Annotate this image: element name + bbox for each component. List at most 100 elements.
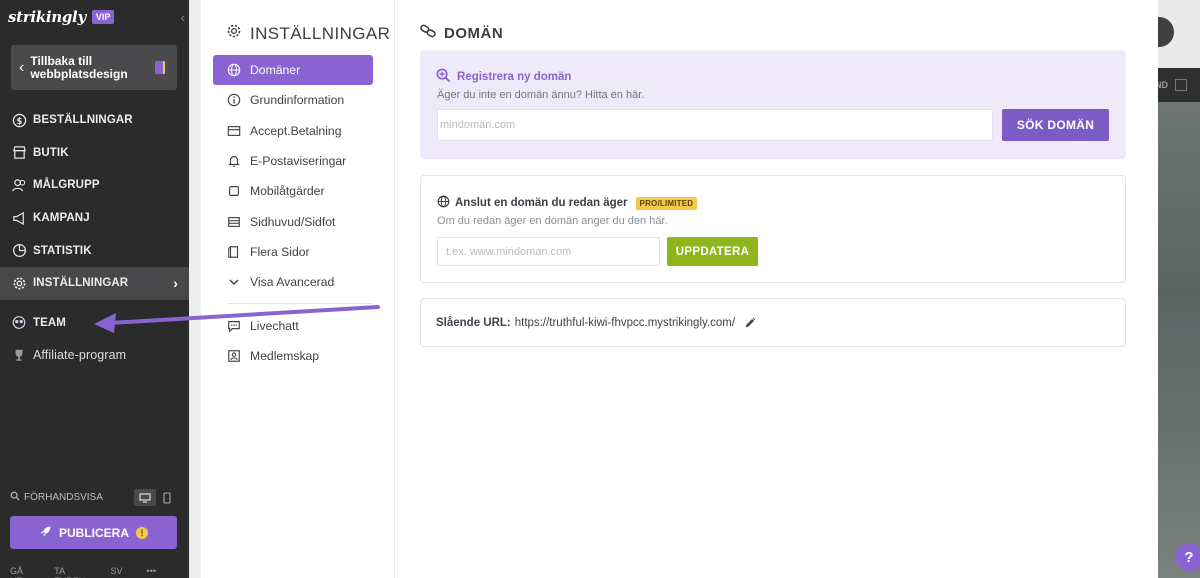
menu-item-label: Sidhuvud/Sidfot <box>250 214 336 229</box>
settings-title: INSTÄLLNINGAR <box>226 23 390 44</box>
team-icon <box>11 315 27 331</box>
chat-icon <box>227 319 241 333</box>
menu-item-header-footer[interactable]: Sidhuvud/Sidfot <box>213 206 373 236</box>
store-icon <box>11 145 27 161</box>
gutter <box>189 0 201 578</box>
sidebar-item-label: BUTIK <box>33 146 69 159</box>
book-icon <box>155 61 165 74</box>
trophy-icon <box>11 347 27 363</box>
chevron-left-icon: ‹ <box>19 58 25 76</box>
menu-item-label: E-Postaviseringar <box>250 154 347 169</box>
sidebar-item-label: Affiliate-program <box>33 348 127 363</box>
bell-icon <box>227 154 241 168</box>
sidebar-item-label: BESTÄLLNINGAR <box>33 114 133 127</box>
preview-label[interactable]: FÖRHANDSVISA <box>24 492 103 503</box>
site-preview-strip: ND <box>1158 0 1200 578</box>
rocket-icon <box>39 525 52 541</box>
page-title-text: DOMÄN <box>444 24 504 42</box>
desktop-icon[interactable] <box>134 489 156 506</box>
users-icon <box>11 177 27 193</box>
sidebar-item-orders[interactable]: $ BESTÄLLNINGAR <box>0 104 189 137</box>
menu-item-label: Visa Avancerad <box>250 275 335 290</box>
preview-row: FÖRHANDSVISA <box>10 489 178 506</box>
warning-icon: ! <box>136 526 148 539</box>
sidebar-item-label: STATISTIK <box>33 244 92 257</box>
zoom-in-icon <box>436 68 451 86</box>
pencil-icon[interactable] <box>744 317 756 329</box>
info-icon <box>227 93 241 107</box>
menu-item-label: Domäner <box>250 63 301 78</box>
register-heading-text: Registrera ny domän <box>457 71 572 83</box>
menu-item-label: Grundinformation <box>250 93 345 108</box>
preview-bar-label: ND <box>1158 80 1168 90</box>
sidebar-item-affiliate[interactable]: Affiliate-program <box>0 339 189 372</box>
menu-item-live-chat[interactable]: Livechatt <box>213 310 373 340</box>
sidebar-item-campaign[interactable]: KAMPANJ <box>0 202 189 235</box>
site-url-value: https://truthful-kiwi-fhvpcc.mystrikingl… <box>514 316 736 329</box>
sidebar-item-team[interactable]: TEAM <box>0 307 189 340</box>
preview-image <box>1158 102 1200 578</box>
domain-settings: DOMÄN Registrera ny domän Äger du inte e… <box>396 0 1158 578</box>
brand: strikingly VIP <box>8 8 115 26</box>
menu-item-multiple-pages[interactable]: Flera Sidor <box>213 237 373 267</box>
tour-link[interactable]: TA TUREN <box>54 566 86 578</box>
mobile-icon <box>227 184 241 198</box>
update-domain-button[interactable]: UPPDATERA <box>667 237 758 266</box>
menu-item-label: Mobilåtgärder <box>250 184 325 199</box>
register-domain-card: Registrera ny domän Äger du inte en domä… <box>420 50 1126 159</box>
search-icon <box>10 491 20 504</box>
settings-panel: INSTÄLLNINGAR Domäner Grundinformation A… <box>201 0 395 578</box>
register-subtext: Äger du inte en domän ännu? Hitta en här… <box>437 89 645 101</box>
settings-title-text: INSTÄLLNINGAR <box>250 23 391 43</box>
globe-icon <box>227 63 241 77</box>
sidebar-item-label: TEAM <box>33 316 66 329</box>
search-domain-button[interactable]: SÖK DOMÄN <box>1002 109 1109 141</box>
custom-domain-input[interactable]: t.ex. www.mindoman.com <box>437 237 660 266</box>
preview-bar: ND <box>1158 68 1200 102</box>
dollar-icon: $ <box>11 112 27 128</box>
pie-chart-icon <box>11 243 27 259</box>
connect-subtext: Om du redan äger en domän anger du den h… <box>437 215 668 227</box>
sidebar-item-audience[interactable]: MÅLGRUPP <box>0 169 189 202</box>
menu-item-show-advanced[interactable]: Visa Avancerad <box>213 267 373 297</box>
layout-icon <box>227 215 241 229</box>
connect-domain-card: Anslut en domän du redan äger PRO/LIMITE… <box>420 175 1126 283</box>
domain-search-input[interactable]: mindomän.com <box>437 109 993 141</box>
member-icon <box>227 349 241 363</box>
menu-item-email-notifications[interactable]: E-Postaviseringar <box>213 146 373 176</box>
sidebar-footer: GÅ UT TA TUREN SV ••• <box>10 566 180 578</box>
settings-menu: Domäner Grundinformation Accept.Betalnin… <box>213 55 373 371</box>
card-icon <box>227 124 241 138</box>
help-button[interactable]: ? <box>1175 543 1200 571</box>
page-title: DOMÄN <box>420 24 503 42</box>
device-toggle <box>134 489 178 506</box>
sidebar-item-label: MÅLGRUPP <box>33 179 100 192</box>
back-to-design-button[interactable]: ‹ Tillbaka till webbplatsdesign <box>11 45 177 90</box>
back-button-label: Tillbaka till webbplatsdesign <box>30 53 128 81</box>
connect-heading-text: Anslut en domän du redan äger <box>455 197 628 209</box>
more-icon[interactable]: ••• <box>147 566 156 578</box>
logout-link[interactable]: GÅ UT <box>10 566 30 578</box>
app-sidebar: strikingly VIP ‹ ‹ Tillbaka till webbpla… <box>0 0 189 578</box>
sidebar-item-store[interactable]: BUTIK <box>0 137 189 170</box>
logo[interactable]: strikingly <box>8 8 86 26</box>
menu-item-domains[interactable]: Domäner <box>213 55 373 86</box>
menu-item-basic-info[interactable]: Grundinformation <box>213 85 373 115</box>
gear-icon <box>226 23 242 44</box>
language-link[interactable]: SV <box>111 566 123 578</box>
menu-item-payments[interactable]: Accept.Betalning <box>213 116 373 146</box>
sidebar-item-settings[interactable]: INSTÄLLNINGAR › <box>0 266 189 300</box>
menu-item-membership[interactable]: Medlemskap <box>213 341 373 371</box>
menu-item-mobile-actions[interactable]: Mobilåtgärder <box>213 176 373 206</box>
sidebar-nav: $ BESTÄLLNINGAR BUTIK MÅLGRUPP KAMPANJ S… <box>0 104 189 372</box>
connect-heading: Anslut en domän du redan äger PRO/LIMITE… <box>437 195 698 211</box>
menu-divider <box>227 303 373 305</box>
site-url-label: Slående URL: <box>436 316 511 329</box>
collapse-sidebar-icon[interactable]: ‹ <box>181 10 185 25</box>
publish-label: PUBLICERA <box>58 525 129 540</box>
chevron-down-icon <box>227 275 241 289</box>
globe-icon <box>437 195 450 211</box>
mobile-preview-icon[interactable] <box>156 489 178 506</box>
sidebar-item-statistics[interactable]: STATISTIK <box>0 234 189 267</box>
publish-button[interactable]: PUBLICERA ! <box>10 516 177 549</box>
